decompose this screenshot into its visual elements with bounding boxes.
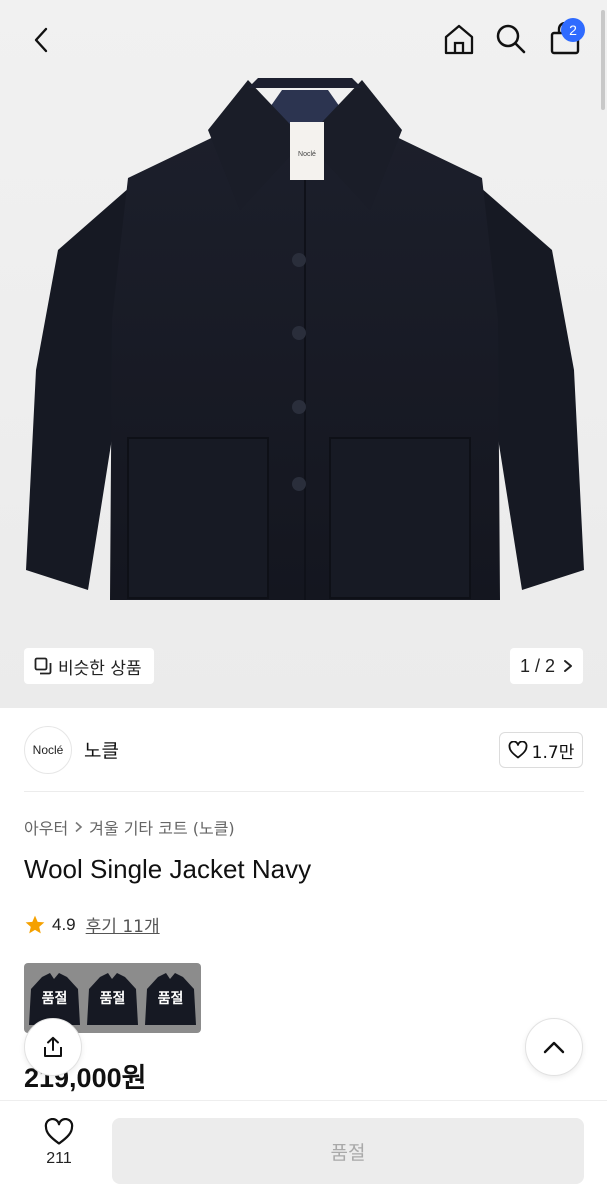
brand-like-button[interactable]: 1.7만 (499, 732, 583, 768)
divider (24, 791, 584, 792)
chevron-left-icon (34, 27, 48, 53)
copy-icon (34, 657, 52, 675)
sold-out-label: 품절 (41, 991, 68, 1007)
back-button[interactable] (22, 20, 62, 60)
option-thumbnail[interactable]: 품절 (144, 967, 197, 1029)
home-button[interactable] (438, 18, 480, 60)
image-pager[interactable]: 1 / 2 (510, 648, 583, 684)
similar-products-label: 비슷한 상품 (58, 658, 142, 679)
option-thumbnail[interactable]: 품절 (86, 967, 139, 1029)
share-icon (44, 1036, 62, 1057)
cart-count-badge: 2 (561, 18, 585, 42)
rating-value: 4.9 (52, 914, 76, 934)
search-button[interactable] (490, 18, 532, 60)
scroll-to-top-button[interactable] (525, 1018, 583, 1076)
heart-icon (508, 741, 528, 759)
image-pager-label: 1 / 2 (519, 655, 556, 676)
product-title: Wool Single Jacket Navy (24, 854, 312, 884)
brand-logo[interactable]: Noclé (24, 726, 72, 774)
jacket-image: Noclé (26, 78, 584, 600)
home-icon (444, 24, 474, 55)
star-icon (25, 915, 45, 933)
svg-text:Noclé: Noclé (298, 151, 316, 158)
purchase-button[interactable]: 품절 (112, 1118, 584, 1184)
brand-like-count: 1.7만 (531, 742, 575, 763)
chevron-up-icon (543, 1041, 565, 1054)
heart-icon (44, 1118, 74, 1145)
breadcrumb: 아우터 겨울 기타 코트 (노클) (24, 815, 235, 839)
brand-name[interactable]: 노클 (84, 736, 119, 763)
brand-row: Noclé 노클 1.7만 (0, 708, 607, 792)
search-icon (496, 24, 526, 54)
reviews-link[interactable]: 후기 11개 (86, 912, 160, 937)
wishlist-count: 211 (46, 1150, 72, 1167)
sold-out-label: 품절 (157, 991, 184, 1007)
top-navigation-bar: 2 (0, 0, 607, 80)
sold-out-label: 품절 (99, 991, 126, 1007)
chevron-right-icon (75, 821, 83, 833)
share-button[interactable] (24, 1018, 82, 1076)
breadcrumb-subcategory[interactable]: 겨울 기타 코트 (노클) (89, 815, 235, 839)
similar-products-button[interactable]: 비슷한 상품 (24, 648, 154, 684)
breadcrumb-category[interactable]: 아우터 (24, 815, 68, 839)
product-image-gallery[interactable]: Noclé 2 비슷한 상품 1 / 2 (0, 0, 607, 708)
chevron-right-icon (564, 660, 573, 672)
wishlist-button[interactable]: 211 (24, 1118, 94, 1180)
rating-row: 4.9 후기 11개 (24, 912, 160, 937)
